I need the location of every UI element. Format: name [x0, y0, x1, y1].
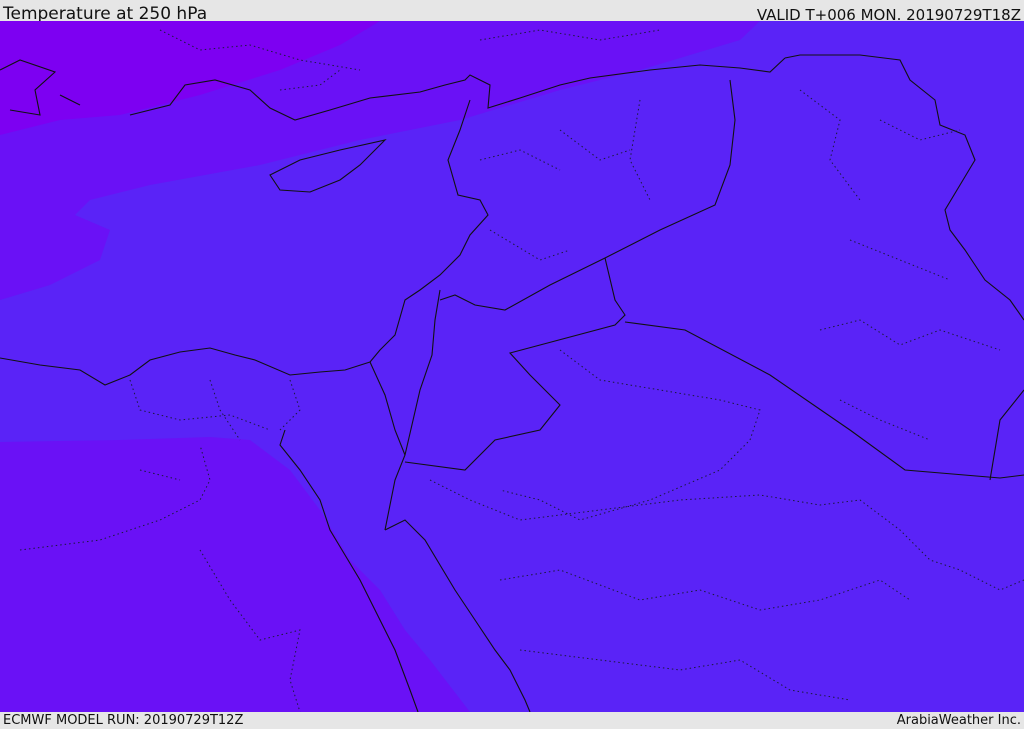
credit-text: ArabiaWeather Inc. [896, 713, 1021, 728]
footer-bar: ECMWF MODEL RUN: 20190729T12Z ArabiaWeat… [0, 712, 1024, 729]
model-run: ECMWF MODEL RUN: 20190729T12Z [3, 713, 244, 728]
weather-map[interactable] [0, 21, 1024, 712]
header-bar: Temperature at 250 hPa VALID T+006 MON. … [0, 0, 1024, 24]
